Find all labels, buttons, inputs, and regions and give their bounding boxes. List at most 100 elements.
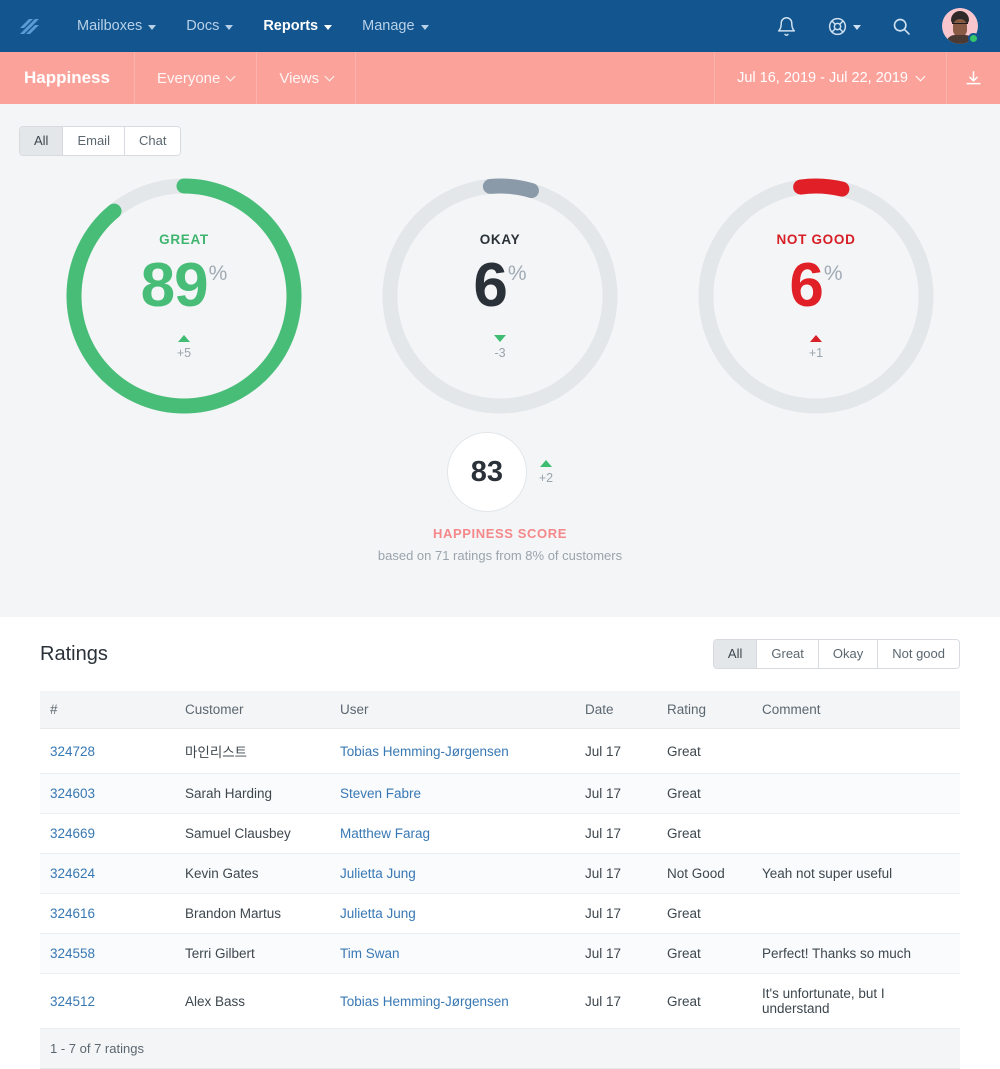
happiness-score-value: 83: [446, 432, 527, 512]
cell-comment: It's unfortunate, but I understand: [752, 973, 960, 1029]
rating-id-link[interactable]: 324728: [50, 744, 95, 759]
donut-not-good: NOT GOOD 6 % +1: [692, 172, 940, 420]
user-link[interactable]: Julietta Jung: [340, 866, 416, 881]
nav-item-label: Mailboxes: [77, 18, 143, 34]
donut-great-delta-value: +5: [176, 346, 192, 360]
cell-rating-id: 324603: [40, 773, 175, 814]
chevron-down-icon: [915, 71, 926, 81]
happiness-score-subtitle: based on 71 ratings from 8% of customers: [377, 548, 623, 563]
subnav-spacer: [356, 52, 714, 104]
nav-item-label: Manage: [362, 18, 415, 34]
cell-customer: Terri Gilbert: [175, 933, 330, 974]
cell-user: Matthew Farag: [330, 813, 575, 854]
top-navigation-bar: Mailboxes Docs Reports Manage: [0, 0, 1000, 52]
cell-rating: Great: [657, 973, 752, 1029]
cell-rating: Great: [657, 933, 752, 974]
search-button[interactable]: [891, 16, 912, 37]
chevron-down-icon: [324, 71, 335, 81]
arrow-up-icon: [177, 335, 190, 342]
cell-rating: Great: [657, 728, 752, 774]
cell-customer: Sarah Harding: [175, 773, 330, 814]
channel-filter-chat[interactable]: Chat: [124, 127, 181, 155]
channel-filter-email[interactable]: Email: [63, 127, 125, 155]
date-range-picker[interactable]: Jul 16, 2019 - Jul 22, 2019: [714, 52, 946, 104]
cell-rating-id: 324558: [40, 933, 175, 974]
rating-id-link[interactable]: 324512: [50, 994, 95, 1009]
ratings-filter-all[interactable]: All: [713, 640, 758, 668]
online-status-indicator: [968, 33, 979, 44]
nav-item-reports[interactable]: Reports: [248, 12, 347, 40]
cell-comment: [752, 893, 960, 934]
user-link[interactable]: Matthew Farag: [340, 826, 430, 841]
channel-filter-all[interactable]: All: [20, 127, 64, 155]
table-row: 324669 Samuel Clausbey Matthew Farag Jul 17…: [40, 813, 960, 854]
nav-item-manage[interactable]: Manage: [347, 12, 443, 40]
cell-date: Jul 17: [575, 933, 657, 974]
cell-date: Jul 17: [575, 813, 657, 854]
top-nav-actions: [776, 8, 986, 44]
donut-okay-delta: -3: [494, 335, 506, 360]
happiness-donut-group: GREAT 89 % +5 OKAY 6 % -3 NOT GOOD 6 % +…: [0, 172, 1000, 420]
column-header-id: #: [40, 691, 175, 729]
rating-id-link[interactable]: 324624: [50, 866, 95, 881]
user-link[interactable]: Steven Fabre: [340, 786, 421, 801]
user-link[interactable]: Tobias Hemming-Jørgensen: [340, 744, 509, 759]
cell-comment: Yeah not super useful: [752, 853, 960, 894]
donut-not-good-delta: +1: [809, 335, 823, 360]
donut-okay-label: OKAY: [479, 232, 521, 247]
rating-id-link[interactable]: 324669: [50, 826, 95, 841]
chevron-down-icon: [225, 24, 234, 30]
donut-okay-number: 6: [473, 251, 507, 320]
ratings-filter-not-good[interactable]: Not good: [878, 640, 959, 668]
donut-great-delta: +5: [177, 335, 191, 360]
filter-everyone-label: Everyone: [156, 69, 221, 87]
helpscout-logo-icon[interactable]: [14, 11, 44, 41]
cell-comment: [752, 813, 960, 854]
nav-item-mailboxes[interactable]: Mailboxes: [62, 12, 171, 40]
table-row: 324558 Terri Gilbert Tim Swan Jul 17 Great Pe…: [40, 933, 960, 974]
download-icon: [966, 70, 981, 84]
ratings-filter-great[interactable]: Great: [757, 640, 819, 668]
rating-id-link[interactable]: 324558: [50, 946, 95, 961]
user-link[interactable]: Tobias Hemming-Jørgensen: [340, 994, 509, 1009]
cell-date: Jul 17: [575, 728, 657, 774]
user-link[interactable]: Tim Swan: [340, 946, 400, 961]
table-row: 324728 마인리스트 Tobias Hemming-Jørgensen Jul 1…: [40, 728, 960, 774]
filter-everyone[interactable]: Everyone: [135, 52, 258, 104]
date-range-label: Jul 16, 2019 - Jul 22, 2019: [737, 70, 908, 86]
filter-views[interactable]: Views: [257, 52, 357, 104]
nav-item-label: Docs: [186, 18, 220, 34]
cell-customer: 마인리스트: [175, 728, 330, 774]
ratings-filter-okay[interactable]: Okay: [818, 640, 879, 668]
notifications-button[interactable]: [776, 16, 797, 37]
help-button[interactable]: [827, 16, 861, 37]
primary-nav-items: Mailboxes Docs Reports Manage: [62, 12, 444, 40]
column-header-comment: Comment: [752, 691, 960, 729]
cell-comment: [752, 773, 960, 814]
cell-user: Julietta Jung: [330, 893, 575, 934]
cell-rating-id: 324669: [40, 813, 175, 854]
donut-not-good-center: NOT GOOD 6 % +1: [692, 172, 940, 420]
rating-id-link[interactable]: 324603: [50, 786, 95, 801]
ratings-section: Ratings All Great Okay Not good # Custom…: [0, 617, 1000, 1069]
nav-item-docs[interactable]: Docs: [171, 12, 248, 40]
cell-comment: Perfect! Thanks so much: [752, 933, 960, 974]
chevron-down-icon: [324, 24, 333, 30]
ratings-pagination-summary: 1 - 7 of 7 ratings: [40, 1029, 960, 1069]
donut-great-number: 89: [140, 251, 209, 320]
avatar[interactable]: [942, 8, 979, 44]
donut-not-good-label: NOT GOOD: [776, 232, 856, 247]
cell-user: Tim Swan: [330, 933, 575, 974]
column-header-rating: Rating: [657, 691, 752, 729]
download-report-button[interactable]: [946, 52, 1000, 104]
user-link[interactable]: Julietta Jung: [340, 906, 416, 921]
donut-great-value: 89 %: [141, 255, 228, 317]
ratings-heading: Ratings: [40, 642, 108, 665]
table-header-row: # Customer User Date Rating Comment: [40, 691, 960, 729]
chevron-down-icon: [148, 24, 157, 30]
rating-id-link[interactable]: 324616: [50, 906, 95, 921]
happiness-score-title: HAPPINESS SCORE: [433, 526, 567, 541]
cell-user: Tobias Hemming-Jørgensen: [330, 728, 575, 774]
cell-rating: Great: [657, 773, 752, 814]
donut-okay-delta-value: -3: [494, 346, 506, 360]
